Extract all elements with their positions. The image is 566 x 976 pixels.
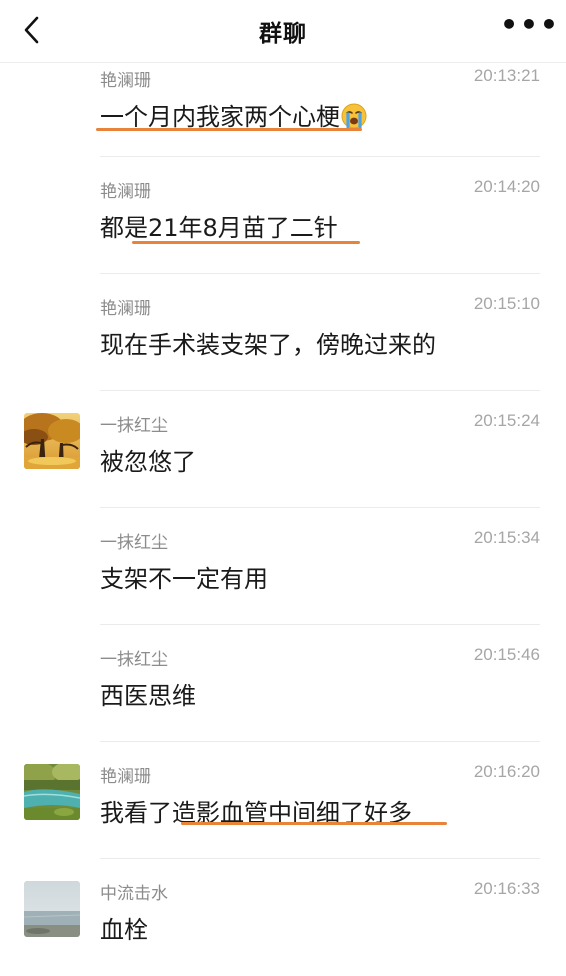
message-text[interactable]: 支架不一定有用 [100,559,268,594]
message-time: 20:15:24 [473,411,540,430]
avatar[interactable] [24,764,80,820]
message-text-content: 一个月内我家两个心梗 [100,103,340,131]
sender-name[interactable]: 中流击水 [100,879,168,904]
message-item[interactable]: 艳澜珊 20:16:20 我看了造影血管中间细了好多 [0,742,566,859]
message-item[interactable]: 一抹红尘 20:15:46 西医思维 [0,625,566,742]
message-item[interactable]: 艳澜珊 20:15:10 现在手术装支架了，傍晚过来的 [0,274,566,391]
message-text[interactable]: 血栓 [100,910,148,945]
message-item[interactable]: 一抹红尘 20:15:34 支架不一定有用 [0,508,566,625]
message-time: 20:13:21 [473,66,540,85]
sender-name[interactable]: 艳澜珊 [100,66,151,91]
underline-mark [181,822,447,825]
avatar[interactable] [24,881,80,937]
sender-name[interactable]: 艳澜珊 [100,762,151,787]
stream-landscape-avatar-icon [24,764,80,820]
more-horizontal-icon: ••• [500,8,560,41]
chat-title: 群聊 [259,21,307,47]
sender-name[interactable]: 艳澜珊 [100,177,151,202]
lake-landscape-avatar-icon [24,881,80,937]
message-time: 20:16:20 [473,762,540,781]
message-item[interactable]: 中流击水 20:16:33 血栓 [0,859,566,976]
sender-name[interactable]: 一抹红尘 [100,411,168,436]
message-time: 20:14:20 [473,177,540,196]
message-time: 20:16:33 [473,879,540,898]
message-time: 20:15:46 [473,645,540,664]
avatar[interactable] [24,413,80,469]
message-text[interactable]: 西医思维 [100,676,196,711]
message-time: 20:15:10 [473,294,540,313]
message-list[interactable]: 艳澜珊 20:13:21 一个月内我家两个心梗 艳澜珊 20:14:20 都是2… [0,63,566,976]
message-item[interactable]: 艳澜珊 20:14:20 都是21年8月苗了二针 [0,157,566,274]
sender-name[interactable]: 艳澜珊 [100,294,151,319]
message-text[interactable]: 被忽悠了 [100,442,196,477]
top-nav-bar: 群聊 ••• [0,0,566,63]
more-options-button[interactable]: ••• [500,11,558,48]
sender-name[interactable]: 一抹红尘 [100,528,168,553]
autumn-trees-avatar-icon [24,413,80,469]
message-item[interactable]: 一抹红尘 20:15:24 被忽悠了 [0,391,566,508]
message-item[interactable]: 艳澜珊 20:13:21 一个月内我家两个心梗 [0,63,566,157]
sender-name[interactable]: 一抹红尘 [100,645,168,670]
underline-mark [96,128,362,131]
message-time: 20:15:34 [473,528,540,547]
message-text[interactable]: 都是21年8月苗了二针 [100,208,338,243]
underline-mark [132,241,360,244]
message-text[interactable]: 现在手术装支架了，傍晚过来的 [100,325,436,360]
